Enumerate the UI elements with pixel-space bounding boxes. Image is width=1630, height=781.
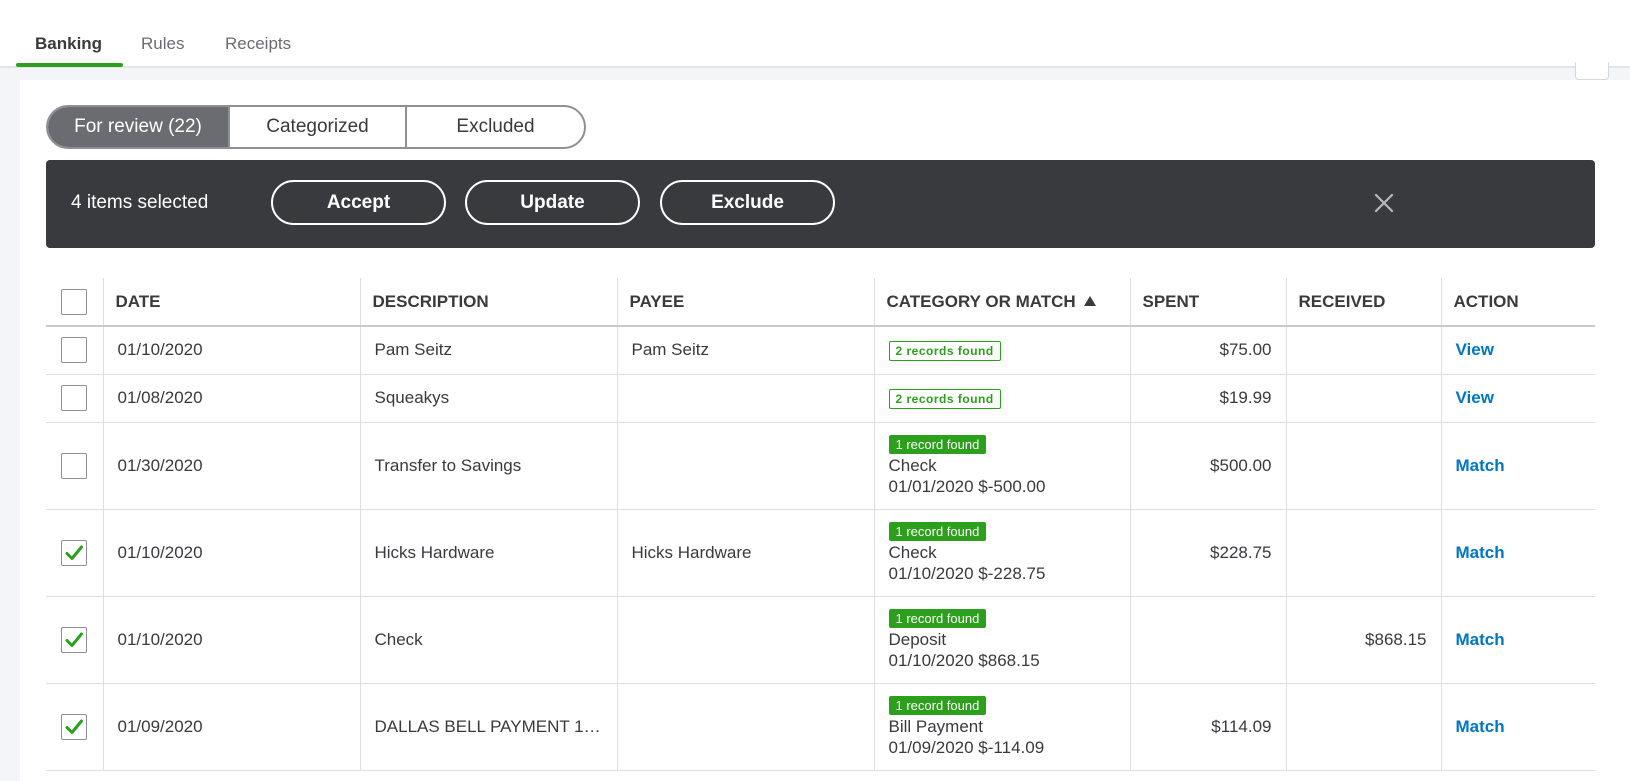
table-row[interactable]: 01/10/2020 Hicks Hardware Hicks Hardware 1 …	[46, 509, 1595, 597]
records-found-badge[interactable]: 1 record found	[888, 609, 987, 628]
column-received[interactable]: RECEIVED	[1286, 278, 1442, 327]
row-checkbox[interactable]	[61, 713, 88, 740]
update-button[interactable]: Update	[465, 180, 640, 225]
match-detail: 01/10/2020 $868.15	[888, 651, 1040, 670]
row-payee	[617, 683, 875, 771]
close-icon[interactable]	[1369, 188, 1399, 218]
column-spent[interactable]: SPENT	[1130, 278, 1287, 327]
table-header-row: DATE DESCRIPTION PAYEE CATEGORY OR MATCH…	[46, 278, 1595, 327]
row-spent: $75.00	[1130, 326, 1287, 375]
table-row[interactable]: 01/08/2020 Squeakys 2 records found $19.99 V…	[46, 374, 1595, 423]
row-description: Check	[360, 596, 618, 684]
selected-count: 4 items selected	[71, 192, 209, 213]
match-type: Check	[888, 456, 937, 475]
row-checkbox[interactable]	[61, 539, 88, 566]
row-checkbox[interactable]	[61, 452, 88, 479]
row-checkbox[interactable]	[61, 626, 88, 653]
row-date: 01/30/2020	[103, 422, 361, 510]
sort-ascending-icon	[1083, 291, 1096, 311]
tab-banking[interactable]: Banking	[35, 34, 102, 54]
table-row[interactable]: 01/30/2020 Transfer to Savings 1 record fo…	[46, 422, 1595, 510]
tab-for-review[interactable]: For review (22)	[48, 107, 230, 147]
row-date: 01/08/2020	[103, 374, 361, 423]
table-row[interactable]: 01/10/2020 Pam Seitz Pam Seitz 2 records fo…	[46, 326, 1595, 375]
review-filter: For review (22) Categorized Excluded	[46, 105, 586, 149]
select-all-checkbox[interactable]	[61, 288, 88, 315]
table-row[interactable]: 01/09/2020 DALLAS BELL PAYMENT 16… 1 recor…	[46, 683, 1595, 771]
row-checkbox[interactable]	[61, 385, 88, 411]
records-found-badge[interactable]: 2 records found	[888, 340, 1001, 361]
row-received	[1286, 326, 1442, 375]
tab-rules[interactable]: Rules	[141, 34, 184, 54]
exclude-button[interactable]: Exclude	[660, 180, 835, 225]
batch-action-bar: 4 items selected Accept Update Exclude	[46, 160, 1595, 248]
column-action: ACTION	[1441, 278, 1595, 327]
tab-categorized[interactable]: Categorized	[230, 107, 407, 147]
row-action-link[interactable]: Match	[1456, 717, 1505, 736]
row-description: Transfer to Savings	[360, 422, 618, 510]
row-description: Squeakys	[360, 374, 618, 423]
row-action-link[interactable]: View	[1456, 340, 1494, 359]
row-payee	[617, 596, 875, 684]
row-payee: Hicks Hardware	[617, 509, 875, 597]
column-payee[interactable]: PAYEE	[617, 278, 875, 327]
column-date[interactable]: DATE	[103, 278, 361, 327]
row-received	[1286, 509, 1442, 597]
row-category-match[interactable]: 1 record found Check 01/01/2020 $-500.00	[874, 422, 1131, 510]
table-row[interactable]: 01/10/2020 Check 1 record found Deposit 01/1…	[46, 596, 1595, 684]
row-checkbox[interactable]	[61, 337, 88, 364]
row-payee	[617, 422, 875, 510]
row-payee	[617, 374, 875, 423]
row-category-match[interactable]: 2 records found	[874, 374, 1131, 423]
row-category-match[interactable]: 1 record found Bill Payment 01/09/2020 $-1…	[874, 683, 1131, 771]
row-spent: $19.99	[1130, 374, 1287, 423]
records-found-badge[interactable]: 1 record found	[888, 435, 987, 454]
row-description: Hicks Hardware	[360, 509, 618, 597]
accept-button[interactable]: Accept	[271, 180, 446, 225]
checkmark-icon	[65, 545, 84, 560]
column-category[interactable]: CATEGORY OR MATCH	[874, 278, 1131, 327]
row-action-link[interactable]: View	[1456, 388, 1494, 407]
row-received	[1286, 683, 1442, 771]
row-action-link[interactable]: Match	[1456, 456, 1505, 475]
row-received	[1286, 374, 1442, 423]
records-found-badge[interactable]: 1 record found	[888, 696, 987, 715]
panel-toggle-button[interactable]	[1575, 62, 1609, 80]
row-spent: $228.75	[1130, 509, 1287, 597]
match-detail: 01/10/2020 $-228.75	[888, 564, 1046, 583]
column-description[interactable]: DESCRIPTION	[360, 278, 618, 327]
row-action-link[interactable]: Match	[1456, 543, 1505, 562]
checkmark-icon	[65, 719, 84, 734]
row-spent: $114.09	[1130, 683, 1287, 771]
transactions-table: DATE DESCRIPTION PAYEE CATEGORY OR MATCH…	[46, 278, 1595, 771]
checkmark-icon	[65, 632, 84, 647]
match-detail: 01/01/2020 $-500.00	[888, 477, 1046, 496]
row-description: Pam Seitz	[360, 326, 618, 375]
top-nav: Banking Rules Receipts	[0, 0, 1630, 68]
tab-excluded[interactable]: Excluded	[407, 107, 584, 147]
row-category-match[interactable]: 1 record found Deposit 01/10/2020 $868.15	[874, 596, 1131, 684]
tab-receipts[interactable]: Receipts	[225, 34, 291, 54]
row-received	[1286, 422, 1442, 510]
row-spent	[1130, 596, 1287, 684]
records-found-badge[interactable]: 2 records found	[888, 388, 1001, 409]
row-category-match[interactable]: 2 records found	[874, 326, 1131, 375]
row-action-link[interactable]: Match	[1456, 630, 1505, 649]
match-detail: 01/09/2020 $-114.09	[888, 738, 1045, 757]
row-received: $868.15	[1286, 596, 1442, 684]
row-category-match[interactable]: 1 record found Check 01/10/2020 $-228.75	[874, 509, 1131, 597]
row-date: 01/09/2020	[103, 683, 361, 771]
row-spent: $500.00	[1130, 422, 1287, 510]
active-tab-indicator	[16, 63, 123, 67]
match-type: Check	[888, 543, 937, 562]
column-category-label: CATEGORY OR MATCH	[886, 292, 1076, 311]
match-type: Deposit	[888, 630, 947, 649]
row-payee: Pam Seitz	[617, 326, 875, 375]
match-type: Bill Payment	[888, 717, 983, 736]
row-date: 01/10/2020	[103, 596, 361, 684]
row-description: DALLAS BELL PAYMENT 16…	[360, 683, 618, 771]
row-date: 01/10/2020	[103, 509, 361, 597]
row-date: 01/10/2020	[103, 326, 361, 375]
records-found-badge[interactable]: 1 record found	[888, 522, 987, 541]
